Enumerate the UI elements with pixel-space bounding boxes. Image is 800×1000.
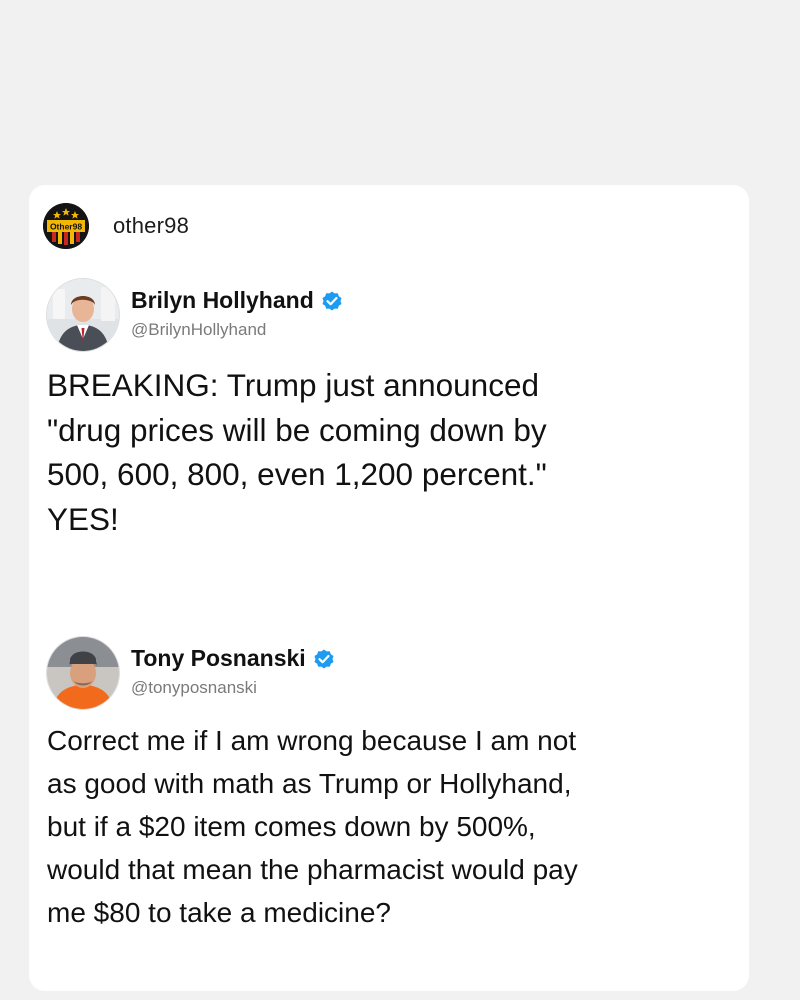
post-source-header[interactable]: Other98 other98: [43, 203, 189, 249]
verified-badge-icon: [312, 647, 336, 671]
name-line: Tony Posnanski: [131, 645, 336, 672]
author-handle[interactable]: @tonyposnanski: [131, 678, 336, 698]
tweet-body-text: BREAKING: Trump just announced "drug pri…: [47, 363, 707, 541]
post-card: Other98 other98 Brilyn Hollyhand @Brilyn…: [29, 185, 749, 991]
avatar[interactable]: [47, 637, 119, 709]
tweet-body-text: Correct me if I am wrong because I am no…: [47, 719, 707, 934]
author-display-name[interactable]: Brilyn Hollyhand: [131, 287, 314, 314]
other98-logo-text: Other98: [50, 222, 82, 232]
author-info: Brilyn Hollyhand @BrilynHollyhand: [131, 279, 344, 340]
tweet-text-line: but if a $20 item comes down by 500%,: [47, 811, 536, 842]
tweet-author-header: Tony Posnanski @tonyposnanski: [47, 637, 707, 709]
author-info: Tony Posnanski @tonyposnanski: [131, 637, 336, 698]
tweet-text-line: BREAKING: Trump just announced: [47, 367, 539, 403]
name-line: Brilyn Hollyhand: [131, 287, 344, 314]
author-display-name[interactable]: Tony Posnanski: [131, 645, 306, 672]
tweet-text-line: as good with math as Trump or Hollyhand,: [47, 768, 572, 799]
source-username[interactable]: other98: [113, 213, 189, 239]
tweet-author-header: Brilyn Hollyhand @BrilynHollyhand: [47, 279, 707, 351]
quoted-tweet-2: Tony Posnanski @tonyposnanski Correct me…: [47, 637, 707, 934]
tweet-text-line: 500, 600, 800, even 1,200 percent.": [47, 456, 547, 492]
author-handle[interactable]: @BrilynHollyhand: [131, 320, 344, 340]
tweet-text-line: "drug prices will be coming down by: [47, 411, 547, 448]
quoted-tweet-1: Brilyn Hollyhand @BrilynHollyhand BREAKI…: [47, 279, 707, 541]
avatar[interactable]: [47, 279, 119, 351]
tweet-text-line: me $80 to take a medicine?: [47, 897, 391, 928]
tweet-text-line: Correct me if I am wrong because I am no…: [47, 725, 577, 756]
verified-badge-icon: [320, 289, 344, 313]
tweet-text-line: YES!: [47, 500, 119, 537]
tweet-text-line: would that mean the pharmacist would pay: [47, 854, 578, 885]
other98-logo[interactable]: Other98: [43, 203, 89, 249]
